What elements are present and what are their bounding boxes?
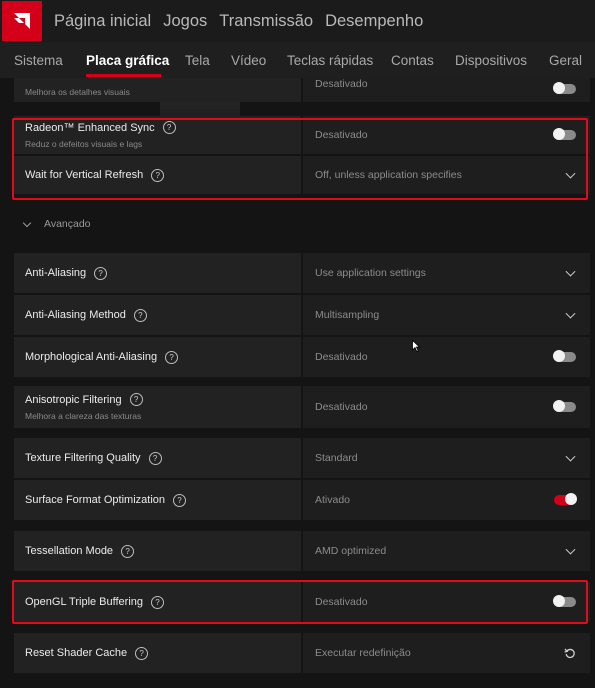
setting-description: Reduz o defeitos visuais e lags xyxy=(25,139,143,149)
help-icon[interactable]: ? xyxy=(162,121,176,134)
setting-label: Texture Filtering Quality xyxy=(25,452,141,464)
tab-devices[interactable]: Dispositivos xyxy=(455,53,527,68)
help-icon[interactable]: ? xyxy=(94,266,108,280)
chevron-down-icon xyxy=(565,544,576,555)
setting-label: Anti-Aliasing xyxy=(25,267,87,279)
toggle-switch[interactable] xyxy=(553,82,576,94)
tab-general[interactable]: Geral xyxy=(549,53,582,68)
tab-accounts[interactable]: Contas xyxy=(391,53,434,68)
setting-value: Ativado xyxy=(315,494,351,506)
setting-label: Radeon™ Enhanced Sync xyxy=(25,121,155,134)
help-icon[interactable]: ? xyxy=(151,595,165,609)
setting-description: Melhora os detalhes visuais xyxy=(25,87,130,97)
reset-icon xyxy=(564,648,575,659)
help-icon[interactable]: ? xyxy=(148,451,162,465)
help-icon[interactable]: ? xyxy=(121,544,135,558)
settings-list: Melhora os detalhes visuais Desativado R… xyxy=(0,78,595,688)
tab-system[interactable]: Sistema xyxy=(14,53,63,68)
setting-row-aa-method: Anti-Aliasing Method? Multisampling xyxy=(14,295,590,335)
settings-tabs: Sistema Placa gráfica Tela Vídeo Teclas … xyxy=(0,42,595,120)
help-icon[interactable]: ? xyxy=(135,646,149,660)
tab-video[interactable]: Vídeo xyxy=(231,53,266,68)
setting-description: Melhora a clareza das texturas xyxy=(25,411,142,421)
setting-label: Wait for Vertical Refresh xyxy=(25,169,144,181)
setting-row-vsync: Wait for Vertical Refresh? Off, unless a… xyxy=(14,156,590,194)
setting-value: Desativado xyxy=(315,351,368,363)
active-tab-indicator xyxy=(86,74,161,77)
setting-label: OpenGL Triple Buffering xyxy=(25,596,144,608)
dropdown-anti-aliasing[interactable]: Use application settings xyxy=(303,253,590,293)
toggle-switch[interactable] xyxy=(553,400,576,412)
help-icon[interactable]: ? xyxy=(165,350,179,364)
chevron-down-icon xyxy=(565,266,576,277)
setting-row-surface-format: Surface Format Optimization? Ativado xyxy=(14,480,590,520)
setting-value: Standard xyxy=(315,452,358,464)
tab-hotkeys[interactable]: Teclas rápidas xyxy=(287,53,373,68)
setting-value: Off, unless application specifies xyxy=(315,169,462,181)
toggle-switch[interactable] xyxy=(553,128,576,140)
help-icon[interactable]: ? xyxy=(133,308,147,322)
setting-row-tessellation: Tessellation Mode? AMD optimized xyxy=(14,531,590,571)
setting-value: Desativado xyxy=(315,78,368,90)
chevron-down-icon xyxy=(565,168,576,179)
setting-value: Use application settings xyxy=(315,267,426,279)
help-icon[interactable]: ? xyxy=(129,393,143,406)
setting-label: Surface Format Optimization xyxy=(25,494,165,506)
setting-row-opengl-triple-buffering: OpenGL Triple Buffering? Desativado xyxy=(14,582,590,622)
nav-performance[interactable]: Desempenho xyxy=(325,12,423,31)
setting-row-reset-shader-cache: Reset Shader Cache? Executar redefinição xyxy=(14,633,590,673)
nav-home[interactable]: Página inicial xyxy=(54,12,151,31)
setting-label: Reset Shader Cache xyxy=(25,647,128,659)
toggle-switch[interactable] xyxy=(554,493,577,505)
setting-row-image-sharpening: Melhora os detalhes visuais Desativado xyxy=(14,78,590,102)
setting-value: Desativado xyxy=(315,401,368,413)
setting-row-enhanced-sync: Radeon™ Enhanced Sync? Reduz o defeitos … xyxy=(14,116,590,154)
setting-value: Executar redefinição xyxy=(315,647,411,659)
nav-games[interactable]: Jogos xyxy=(163,12,207,31)
tab-display[interactable]: Tela xyxy=(185,53,210,68)
setting-row-texture-quality: Texture Filtering Quality? Standard xyxy=(14,438,590,478)
setting-label: Morphological Anti-Aliasing xyxy=(25,351,158,363)
setting-row-morphological-aa: Morphological Anti-Aliasing? Desativado xyxy=(14,337,590,377)
section-label: Avançado xyxy=(44,218,91,230)
setting-value: Desativado xyxy=(315,596,368,608)
amd-logo-icon[interactable] xyxy=(2,1,42,41)
help-icon[interactable]: ? xyxy=(173,493,186,507)
section-advanced[interactable]: Avançado xyxy=(22,218,91,230)
chevron-down-icon xyxy=(565,308,576,319)
top-navigation: Página inicial Jogos Transmissão Desempe… xyxy=(0,0,595,42)
toggle-switch[interactable] xyxy=(553,350,576,362)
tab-graphics[interactable]: Placa gráfica xyxy=(86,53,169,68)
setting-value: Desativado xyxy=(315,129,368,141)
setting-label: Anisotropic Filtering xyxy=(25,393,122,406)
mouse-cursor-icon xyxy=(412,340,420,352)
chevron-down-icon xyxy=(565,451,576,462)
help-icon[interactable]: ? xyxy=(151,168,165,182)
reset-shader-cache-button[interactable]: Executar redefinição xyxy=(303,633,590,673)
dropdown-aa-method[interactable]: Multisampling xyxy=(303,295,590,335)
setting-label: Anti-Aliasing Method xyxy=(25,309,126,321)
dropdown-tessellation[interactable]: AMD optimized xyxy=(303,531,590,571)
nav-streaming[interactable]: Transmissão xyxy=(219,12,313,31)
setting-row-anti-aliasing: Anti-Aliasing? Use application settings xyxy=(14,253,590,293)
dropdown-vsync[interactable]: Off, unless application specifies xyxy=(303,156,590,194)
setting-value: AMD optimized xyxy=(315,545,387,557)
setting-label: Tessellation Mode xyxy=(25,545,114,557)
toggle-switch[interactable] xyxy=(553,595,576,607)
setting-value: Multisampling xyxy=(315,309,380,321)
setting-row-anisotropic: Anisotropic Filtering? Melhora a clareza… xyxy=(14,386,590,428)
dropdown-texture-quality[interactable]: Standard xyxy=(303,438,590,478)
chevron-down-icon xyxy=(22,218,32,227)
